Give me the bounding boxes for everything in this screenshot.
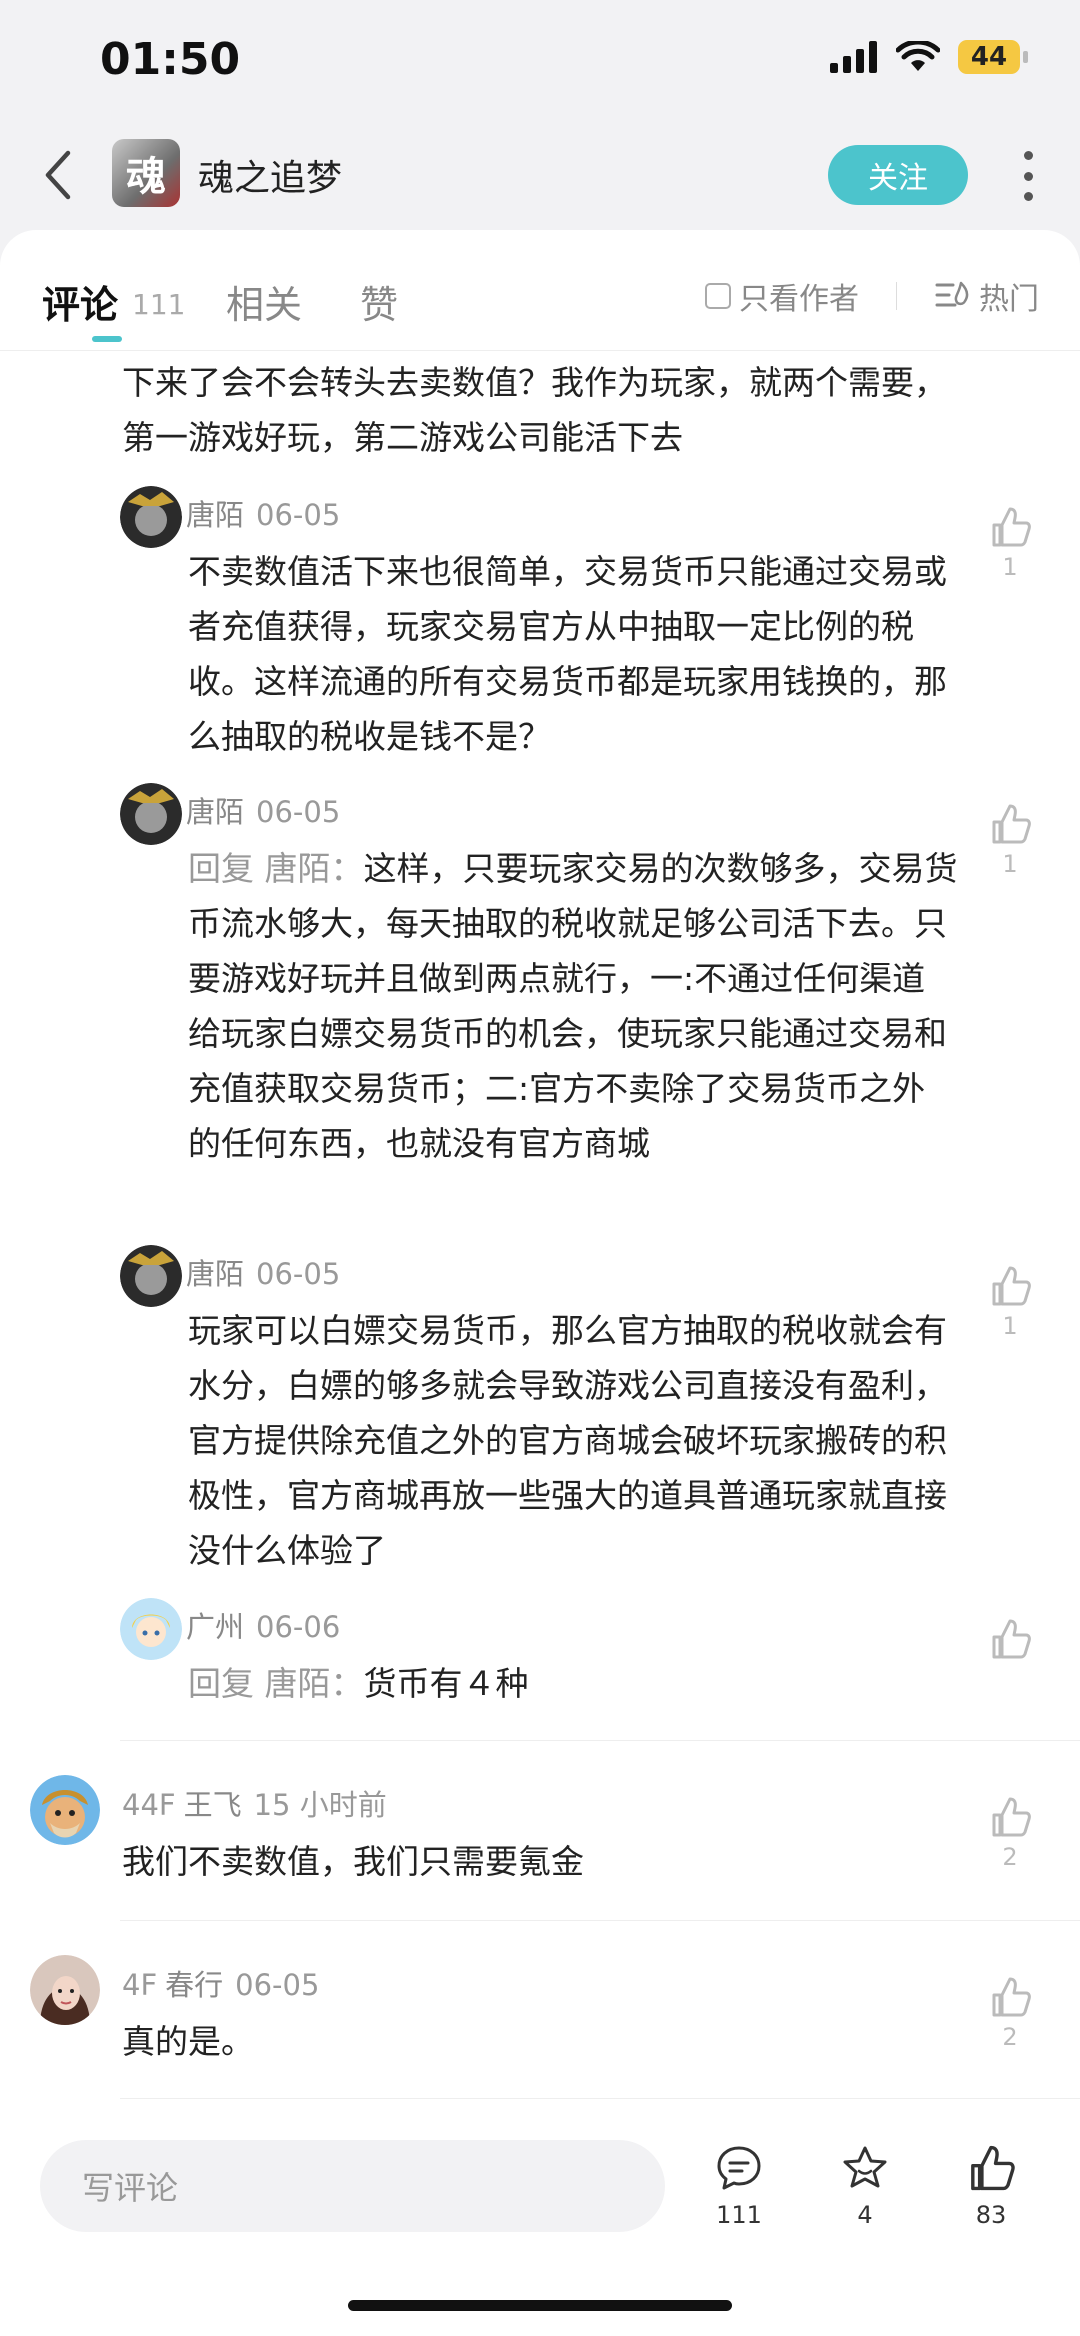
comment-text: 我们不卖数值，我们只需要氪金 bbox=[122, 1842, 584, 1881]
comments-button[interactable]: 111 bbox=[694, 2143, 784, 2229]
like-post-button[interactable]: 83 bbox=[946, 2143, 1036, 2229]
avatar[interactable] bbox=[120, 783, 182, 845]
thumbs-up-icon bbox=[992, 1266, 1031, 1306]
favorite-count: 4 bbox=[857, 2201, 873, 2229]
like-count: 2 bbox=[1002, 1843, 1018, 1871]
floor-number: 44F bbox=[122, 1788, 176, 1822]
game-title[interactable]: 魂之追梦 bbox=[198, 149, 342, 201]
star-icon bbox=[843, 2146, 887, 2188]
more-options-icon[interactable] bbox=[1022, 151, 1034, 201]
reply-author[interactable]: 唐陌 bbox=[186, 498, 244, 532]
avatar[interactable] bbox=[30, 1955, 100, 2025]
only-author-label: 只看作者 bbox=[739, 282, 859, 317]
tab-comments-count: 111 bbox=[132, 288, 186, 321]
tab-comments[interactable]: 评论 bbox=[42, 274, 118, 329]
comment-author[interactable]: 春行 bbox=[165, 1968, 223, 2002]
thumbs-up-icon bbox=[992, 507, 1031, 547]
reply-text: 玩家可以白嫖交易货币，那么官方抽取的税收就会有水分，白嫖的够多就会导致游戏公司直… bbox=[188, 1311, 947, 1570]
floor-number: 4F bbox=[122, 1968, 158, 2002]
tab-bar: 评论 111 相关 赞 只看作者 热门 bbox=[0, 230, 1080, 351]
avatar[interactable] bbox=[120, 1598, 182, 1660]
follow-button[interactable]: 关注 bbox=[828, 145, 968, 205]
reply-meta: 唐陌 06-05 bbox=[186, 789, 340, 831]
reply-date: 06-06 bbox=[256, 1610, 341, 1644]
signal-icon bbox=[830, 41, 877, 73]
reply-author[interactable]: 唐陌 bbox=[186, 1257, 244, 1291]
like-button[interactable]: 1 bbox=[985, 1264, 1035, 1340]
checkbox-icon[interactable] bbox=[705, 283, 731, 309]
sort-label: 热门 bbox=[979, 282, 1039, 317]
like-button[interactable]: 1 bbox=[985, 505, 1035, 581]
like-count: 1 bbox=[1002, 1312, 1018, 1340]
status-icons: 44 bbox=[830, 40, 1028, 74]
comment-date: 15 小时前 bbox=[253, 1788, 387, 1822]
like-count: 1 bbox=[1002, 553, 1018, 581]
avatar[interactable] bbox=[120, 1245, 182, 1307]
sort-hot-button[interactable]: 热门 bbox=[935, 274, 1039, 318]
comment-meta: 4F 春行 06-05 bbox=[122, 1962, 319, 2004]
comments-count: 111 bbox=[716, 2201, 762, 2229]
reply-to-prefix[interactable]: 回复 唐陌： bbox=[188, 849, 364, 888]
comment-bubble-icon bbox=[717, 2146, 761, 2190]
clock: 01:50 bbox=[100, 34, 241, 85]
reply-meta: 唐陌 06-05 bbox=[186, 492, 340, 534]
like-count: 1 bbox=[1002, 850, 1018, 878]
divider bbox=[896, 282, 897, 310]
comment-input[interactable]: 写评论 bbox=[40, 2140, 665, 2232]
comment-date: 06-05 bbox=[235, 1968, 320, 2002]
like-button[interactable]: 2 bbox=[985, 1975, 1035, 2051]
thumbs-up-icon bbox=[971, 2145, 1015, 2191]
comment-author[interactable]: 王飞 bbox=[184, 1788, 242, 1822]
divider bbox=[120, 1920, 1080, 1921]
parent-comment-text: 下来了会不会转头去卖数值？我作为玩家，就两个需要，第一游戏好玩，第二游戏公司能活… bbox=[122, 363, 947, 457]
thumbs-up-icon bbox=[992, 1977, 1031, 2017]
like-post-count: 83 bbox=[975, 2201, 1007, 2229]
wifi-icon bbox=[896, 41, 940, 71]
reply-body: 这样，只要玩家交易的次数够多，交易货币流水够大，每天抽取的税收就足够公司活下去。… bbox=[188, 849, 958, 1163]
nav-bar: 魂 魂之追梦 关注 bbox=[0, 125, 1080, 225]
like-count: 2 bbox=[1002, 2023, 1018, 2051]
game-icon-glyph: 魂 bbox=[126, 153, 166, 200]
reply-author[interactable]: 唐陌 bbox=[186, 795, 244, 829]
only-author-toggle[interactable]: 只看作者 bbox=[705, 274, 859, 318]
battery-icon: 44 bbox=[958, 40, 1028, 74]
reply-text: 回复 唐陌：货币有４种 bbox=[188, 1656, 958, 1711]
avatar[interactable] bbox=[30, 1775, 100, 1845]
home-indicator bbox=[348, 2300, 732, 2311]
back-arrow-icon[interactable] bbox=[38, 147, 78, 203]
active-tab-indicator bbox=[92, 336, 122, 342]
like-button[interactable] bbox=[985, 1617, 1035, 1665]
comment-text: 真的是。 bbox=[122, 2022, 254, 2061]
divider bbox=[120, 2098, 1080, 2099]
reply-meta: 广州 06-06 bbox=[186, 1604, 340, 1646]
tab-related[interactable]: 相关 bbox=[226, 274, 302, 329]
comments-panel: 评论 111 相关 赞 只看作者 热门 下来了会不会转头去卖数值？我作为玩家，就… bbox=[0, 230, 1080, 2125]
reply-text: 回复 唐陌：这样，只要玩家交易的次数够多，交易货币流水够大，每天抽取的税收就足够… bbox=[188, 841, 958, 1171]
status-bar: 01:50 44 bbox=[0, 0, 1080, 120]
reply-author[interactable]: 广州 bbox=[186, 1610, 244, 1644]
divider bbox=[120, 1740, 1080, 1741]
favorite-button[interactable]: 4 bbox=[820, 2143, 910, 2229]
thumbs-up-icon bbox=[992, 1619, 1031, 1659]
comment-meta: 44F 王飞 15 小时前 bbox=[122, 1782, 387, 1824]
tab-likes[interactable]: 赞 bbox=[360, 274, 398, 329]
reply-to-prefix[interactable]: 回复 唐陌： bbox=[188, 1664, 364, 1703]
like-button[interactable]: 2 bbox=[985, 1795, 1035, 1871]
like-button[interactable]: 1 bbox=[985, 802, 1035, 878]
reply-text: 不卖数值活下来也很简单，交易货币只能通过交易或者充值获得，玩家交易官方从中抽取一… bbox=[188, 552, 947, 756]
thumbs-up-icon bbox=[992, 804, 1031, 844]
thumbs-up-icon bbox=[992, 1797, 1031, 1837]
reply-meta: 唐陌 06-05 bbox=[186, 1251, 340, 1293]
avatar[interactable] bbox=[120, 486, 182, 548]
reply-date: 06-05 bbox=[256, 1257, 341, 1291]
reply-date: 06-05 bbox=[256, 795, 341, 829]
sort-icon bbox=[935, 281, 969, 307]
reply-date: 06-05 bbox=[256, 498, 341, 532]
reply-body: 货币有４种 bbox=[363, 1664, 529, 1703]
game-icon[interactable]: 魂 bbox=[112, 139, 180, 207]
